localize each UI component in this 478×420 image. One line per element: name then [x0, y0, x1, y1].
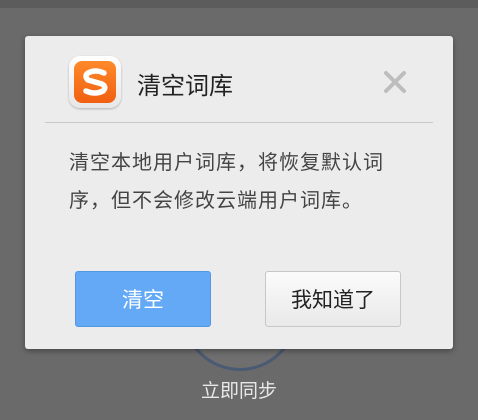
sync-now-label: 立即同步	[200, 380, 277, 402]
dialog-message: 清空本地用户词库，将恢复默认词序，但不会修改云端用户词库。	[69, 150, 384, 212]
dialog-title: 清空词库	[137, 72, 233, 100]
got-it-button[interactable]: 我知道了	[265, 271, 401, 327]
top-strip	[0, 0, 478, 8]
title-divider	[45, 122, 433, 123]
clear-button[interactable]: 清空	[75, 271, 211, 327]
clear-dictionary-dialog: 清空词库 清空本地用户词库，将恢复默认词序，但不会修改云端用户词库。 清空 我知…	[25, 36, 453, 349]
sogou-s-icon	[69, 56, 121, 108]
close-icon[interactable]	[381, 68, 409, 96]
